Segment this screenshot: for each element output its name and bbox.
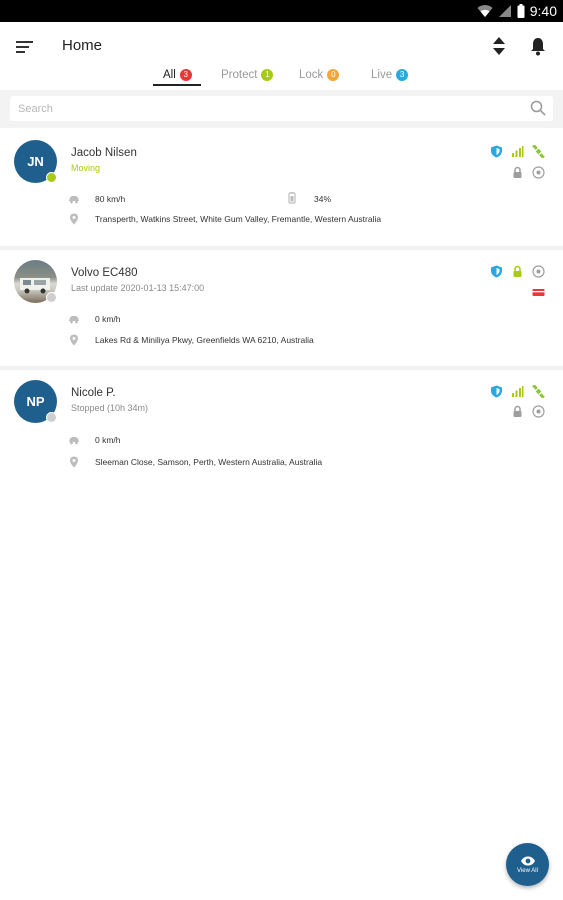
speed-value: 0 km/h [95, 435, 121, 445]
sort-icon[interactable] [492, 36, 506, 56]
live-tracking-icon[interactable] [532, 166, 545, 179]
tab-label: All [163, 69, 176, 81]
alert-card-icon [532, 289, 545, 296]
battery-icon [517, 4, 525, 18]
tab-count-badge: 3 [396, 69, 409, 81]
live-tracking-icon[interactable] [532, 405, 545, 418]
speed-car-icon [69, 437, 79, 445]
status-bar: 9:40 [0, 0, 563, 22]
lock-icon[interactable] [511, 265, 524, 278]
protect-shield-icon[interactable] [490, 145, 503, 158]
tab-protect[interactable]: Protect 1 [221, 69, 274, 81]
location-pin-icon [70, 456, 78, 468]
address-text: Transperth, Watkins Street, White Gum Va… [95, 214, 382, 224]
asset-card-nicole-p[interactable]: NP Nicole P. Stopped (10h 34m) 0 km/h Sl… [0, 370, 563, 486]
status-dot [46, 412, 57, 423]
asset-status: Moving [71, 163, 101, 173]
speed-value: 80 km/h [95, 194, 126, 204]
asset-card-jacob-nilsen[interactable]: JN Jacob Nilsen Moving 80 km/h 34% Trans… [0, 130, 563, 246]
view-all-fab[interactable]: View All [506, 843, 549, 886]
search-icon[interactable] [530, 100, 546, 116]
status-time: 9:40 [529, 3, 557, 19]
lock-icon[interactable] [511, 166, 524, 179]
tab-live[interactable]: Live 3 [371, 69, 409, 81]
menu-icon[interactable] [16, 39, 34, 55]
asset-status: Stopped (10h 34m) [71, 403, 149, 413]
live-tracking-icon[interactable] [532, 265, 545, 278]
speed-car-icon [69, 316, 79, 324]
tab-all[interactable]: All 3 [163, 69, 192, 81]
tab-count-badge: 3 [179, 69, 192, 81]
tab-count-badge: 1 [261, 69, 274, 81]
signal-icon [498, 5, 511, 17]
tab-label: Live [371, 69, 393, 81]
view-all-label: View All [517, 867, 538, 874]
tab-label: Protect [221, 69, 258, 81]
lock-icon[interactable] [511, 405, 524, 418]
asset-name: Nicole P. [71, 387, 116, 399]
protect-shield-icon[interactable] [490, 385, 503, 398]
filter-tabs: All 3 Protect 1 Lock 0 Live 3 [0, 66, 563, 88]
search-box [10, 96, 553, 121]
signal-strength-icon [512, 386, 524, 397]
battery-icon [288, 192, 296, 204]
tab-count-badge: 0 [327, 69, 340, 81]
search-input[interactable] [18, 99, 508, 118]
asset-status: Last update 2020-01-13 15:47:00 [71, 283, 205, 293]
tab-label: Lock [299, 69, 324, 81]
asset-name: Jacob Nilsen [71, 147, 137, 159]
gps-satellite-icon [532, 145, 545, 158]
speed-car-icon [69, 196, 79, 204]
asset-card-volvo-ec480[interactable]: Volvo EC480 Last update 2020-01-13 15:47… [0, 250, 563, 366]
gps-satellite-icon [532, 385, 545, 398]
location-pin-icon [70, 213, 78, 225]
signal-strength-icon [512, 146, 524, 157]
protect-shield-icon[interactable] [490, 265, 503, 278]
active-tab-indicator [153, 84, 201, 86]
eye-icon [520, 856, 535, 865]
speed-value: 0 km/h [95, 314, 121, 324]
address-text: Sleeman Close, Samson, Perth, Western Au… [95, 457, 323, 467]
status-dot [46, 172, 57, 183]
search-bar-container [0, 90, 563, 128]
tab-lock[interactable]: Lock 0 [299, 69, 340, 81]
asset-name: Volvo EC480 [71, 267, 138, 279]
notifications-bell-icon[interactable] [530, 36, 546, 56]
status-dot [46, 292, 57, 303]
address-text: Lakes Rd & Miniliya Pkwy, Greenfields WA… [95, 335, 314, 345]
app-bar: Home [0, 22, 563, 72]
wifi-icon [477, 5, 493, 18]
location-pin-icon [70, 334, 78, 346]
page-title: Home [62, 37, 103, 54]
battery-value: 34% [314, 194, 332, 204]
